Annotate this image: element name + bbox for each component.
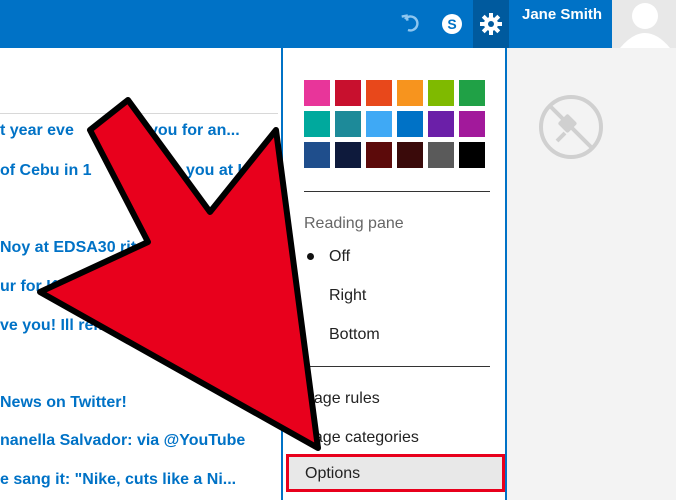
theme-color-swatch[interactable]: [366, 142, 392, 168]
settings-dropdown: Reading pane Off Right Bottom nage rules…: [281, 48, 507, 500]
options-menu-item[interactable]: Options: [286, 454, 505, 492]
selected-bullet: [307, 253, 314, 260]
user-name[interactable]: Jane Smith: [522, 6, 602, 23]
manage-categories-item[interactable]: nage categories: [305, 429, 419, 447]
list-item[interactable]: ur for K: [0, 278, 58, 296]
reading-pane-area: [507, 48, 676, 500]
undo-icon[interactable]: [396, 0, 426, 48]
reading-pane-right[interactable]: Right: [329, 287, 366, 305]
theme-color-swatch[interactable]: [459, 80, 485, 106]
theme-color-swatch[interactable]: [428, 80, 454, 106]
message-list: t year eve you for an... of Cebu in 1 yo…: [0, 48, 278, 500]
theme-color-swatch[interactable]: [459, 111, 485, 137]
theme-color-swatch[interactable]: [397, 80, 423, 106]
list-item[interactable]: nanella Salvador: via @YouTube: [0, 432, 245, 450]
reading-pane-off[interactable]: Off: [329, 248, 350, 266]
avatar-icon: [620, 3, 670, 48]
theme-color-swatch[interactable]: [428, 142, 454, 168]
list-item[interactable]: Noy at EDSA30 rit: [0, 239, 136, 257]
theme-color-swatch[interactable]: [397, 111, 423, 137]
theme-color-swatch[interactable]: [335, 142, 361, 168]
list-item[interactable]: ve you! Ill reme: [0, 317, 117, 335]
skype-icon[interactable]: S: [438, 0, 466, 48]
theme-color-swatch[interactable]: [428, 111, 454, 137]
top-bar: S Jane Smith: [0, 0, 676, 48]
gear-icon: [480, 13, 502, 35]
divider: [304, 191, 490, 192]
svg-text:S: S: [447, 16, 456, 32]
manage-rules-item[interactable]: nage rules: [305, 390, 380, 408]
theme-color-swatch[interactable]: [335, 80, 361, 106]
options-label: Options: [305, 465, 361, 482]
list-item[interactable]: t year eve: [0, 122, 74, 140]
no-plugin-icon: [539, 95, 603, 159]
list-item-continuation[interactable]: you for an...: [149, 122, 240, 140]
theme-color-swatch[interactable]: [366, 111, 392, 137]
list-item[interactable]: e sang it: "Nike, cuts like a Ni...: [0, 471, 236, 489]
list-item[interactable]: of Cebu in 1: [0, 162, 92, 180]
settings-gear-button[interactable]: [473, 0, 509, 48]
theme-color-swatch[interactable]: [366, 80, 392, 106]
theme-color-swatch[interactable]: [397, 142, 423, 168]
theme-color-swatch[interactable]: [304, 142, 330, 168]
avatar[interactable]: [612, 0, 676, 48]
theme-color-swatch[interactable]: [304, 111, 330, 137]
list-item-continuation[interactable]: you at U: [186, 162, 249, 180]
reading-pane-title: Reading pane: [304, 215, 404, 232]
list-divider: [0, 113, 278, 114]
divider: [304, 366, 490, 367]
theme-color-swatch[interactable]: [335, 111, 361, 137]
theme-color-swatch[interactable]: [459, 142, 485, 168]
reading-pane-bottom[interactable]: Bottom: [329, 326, 380, 344]
list-item[interactable]: News on Twitter!: [0, 394, 127, 412]
theme-color-swatch[interactable]: [304, 80, 330, 106]
